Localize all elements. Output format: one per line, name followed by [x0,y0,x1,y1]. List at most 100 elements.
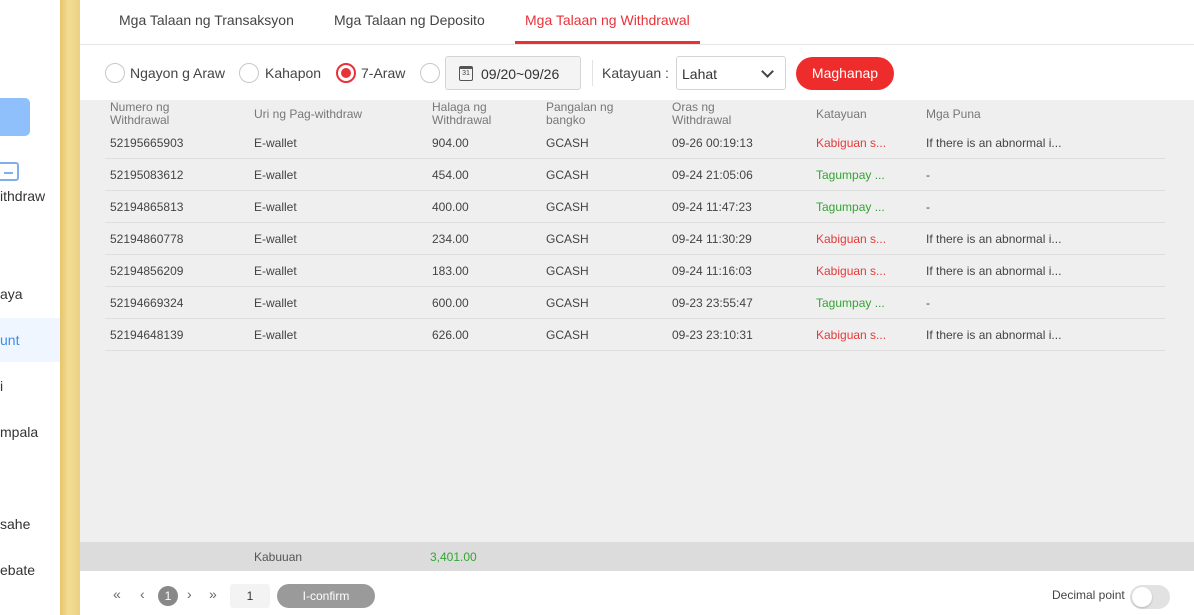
confirm-button[interactable]: I-confirm [277,584,375,608]
cell-time: 09-26 00:19:13 [672,136,753,150]
table-header: Numero ng Withdrawal Uri ng Pag-withdraw … [105,100,1165,128]
cell-time: 09-24 11:30:29 [672,232,752,246]
totals-row: Kabuuan 3,401.00 [80,542,1194,571]
cell-amount: 400.00 [432,200,469,214]
date-range-text: 09/20~09/26 [481,66,560,82]
table-row[interactable]: 52194856209 E-wallet 183.00 GCASH 09-24 … [105,255,1165,287]
radio-custom-range[interactable] [420,63,440,83]
cell-bank: GCASH [546,232,589,246]
cell-bank: GCASH [546,200,589,214]
cell-bank: GCASH [546,296,589,310]
cell-remarks: If there is an abnormal i... [926,264,1062,278]
card-icon [0,162,19,181]
radio-today-label[interactable]: Ngayon g Araw [130,65,225,81]
radio-yesterday[interactable] [239,63,259,83]
table-row[interactable]: 52195665903 E-wallet 904.00 GCASH 09-26 … [105,127,1165,159]
decorative-gold-strip [60,0,80,615]
header-type: Uri ng Pag-withdraw [254,107,363,121]
cell-status: Kabiguan s... [816,136,887,150]
cell-number: 52194860778 [110,232,184,246]
cell-status: Tagumpay ... [816,168,885,182]
cell-remarks: If there is an abnormal i... [926,328,1062,342]
header-remarks: Mga Puna [926,107,981,121]
cell-remarks: If there is an abnormal i... [926,136,1062,150]
cell-amount: 626.00 [432,328,469,342]
cell-type: E-wallet [254,296,297,310]
cell-remarks: - [926,200,930,214]
current-page[interactable]: 1 [158,586,178,606]
decimal-point-label: Decimal point [1052,588,1125,602]
header-amount: Halaga ng Withdrawal [432,100,492,127]
cell-time: 09-24 11:16:03 [672,264,752,278]
cell-number: 52194648139 [110,328,184,342]
chevron-down-icon [761,65,774,78]
header-number: Numero ng Withdrawal [110,100,170,127]
date-range-picker[interactable]: 31 09/20~09/26 [445,56,581,90]
cell-status: Kabiguan s... [816,232,887,246]
tab-withdrawals[interactable]: Mga Talaan ng Withdrawal [525,12,690,28]
radio-seven-days-label[interactable]: 7-Araw [361,65,405,81]
tab-transactions[interactable]: Mga Talaan ng Transaksyon [119,12,294,28]
sidebar-item-mpala[interactable]: mpala [0,424,38,440]
pagination: « ‹ 1 › » 1 I-confirm Decimal point [80,571,1194,615]
tab-deposits[interactable]: Mga Talaan ng Deposito [334,12,485,28]
sidebar-item-sahe[interactable]: sahe [0,516,30,532]
sidebar-item-withdraw[interactable]: ithdraw [0,188,45,204]
cell-amount: 234.00 [432,232,469,246]
cell-number: 52195665903 [110,136,184,150]
totals-value: 3,401.00 [430,550,477,564]
table-row[interactable]: 52194669324 E-wallet 600.00 GCASH 09-23 … [105,287,1165,319]
cell-amount: 904.00 [432,136,469,150]
cell-number: 52194865813 [110,200,184,214]
cell-bank: GCASH [546,168,589,182]
cell-type: E-wallet [254,136,297,150]
sidebar-active-button[interactable] [0,98,30,136]
next-page-icon[interactable]: › [187,586,192,602]
calendar-icon: 31 [459,66,473,81]
radio-yesterday-label[interactable]: Kahapon [265,65,321,81]
cell-bank: GCASH [546,328,589,342]
table-row[interactable]: 52194860778 E-wallet 234.00 GCASH 09-24 … [105,223,1165,255]
main-panel: Mga Talaan ng Transaksyon Mga Talaan ng … [80,0,1194,615]
header-bank: Pangalan ng bangko [546,100,614,127]
cell-type: E-wallet [254,264,297,278]
tab-bar: Mga Talaan ng Transaksyon Mga Talaan ng … [80,0,1194,45]
cell-status: Kabiguan s... [816,328,887,342]
radio-today[interactable] [105,63,125,83]
sidebar-item-ebate[interactable]: ebate [0,562,35,578]
cell-status: Kabiguan s... [816,264,887,278]
decimal-point-toggle[interactable] [1130,585,1170,609]
cell-amount: 600.00 [432,296,469,310]
active-tab-indicator [515,41,700,44]
filter-divider [592,60,593,86]
status-filter-label: Katayuan : [602,65,669,81]
search-button[interactable]: Maghanap [796,57,894,90]
prev-page-icon[interactable]: ‹ [140,586,145,602]
totals-label: Kabuuan [254,550,303,564]
status-select[interactable]: Lahat [676,56,786,90]
cell-number: 52194669324 [110,296,184,310]
sidebar-item-aya[interactable]: aya [0,286,23,302]
radio-seven-days[interactable] [336,63,356,83]
cell-remarks: - [926,296,930,310]
cell-type: E-wallet [254,168,297,182]
cell-amount: 454.00 [432,168,469,182]
table-row[interactable]: 52194865813 E-wallet 400.00 GCASH 09-24 … [105,191,1165,223]
table-row[interactable]: 52194648139 E-wallet 626.00 GCASH 09-23 … [105,319,1165,351]
cell-amount: 183.00 [432,264,469,278]
filter-bar: Ngayon g Araw Kahapon 7-Araw 31 09/20~09… [80,46,1194,100]
sidebar: ithdraw aya unt i mpala sahe ebate [0,0,60,615]
first-page-icon[interactable]: « [113,586,121,602]
status-select-value: Lahat [682,66,718,82]
page-input[interactable]: 1 [230,584,270,608]
sidebar-item-account[interactable]: unt [0,332,19,348]
cell-time: 09-23 23:10:31 [672,328,753,342]
cell-type: E-wallet [254,200,297,214]
last-page-icon[interactable]: » [209,586,217,602]
cell-remarks: If there is an abnormal i... [926,232,1062,246]
cell-remarks: - [926,168,930,182]
cell-time: 09-24 11:47:23 [672,200,752,214]
sidebar-item-i[interactable]: i [0,378,3,394]
cell-number: 52194856209 [110,264,184,278]
table-row[interactable]: 52195083612 E-wallet 454.00 GCASH 09-24 … [105,159,1165,191]
